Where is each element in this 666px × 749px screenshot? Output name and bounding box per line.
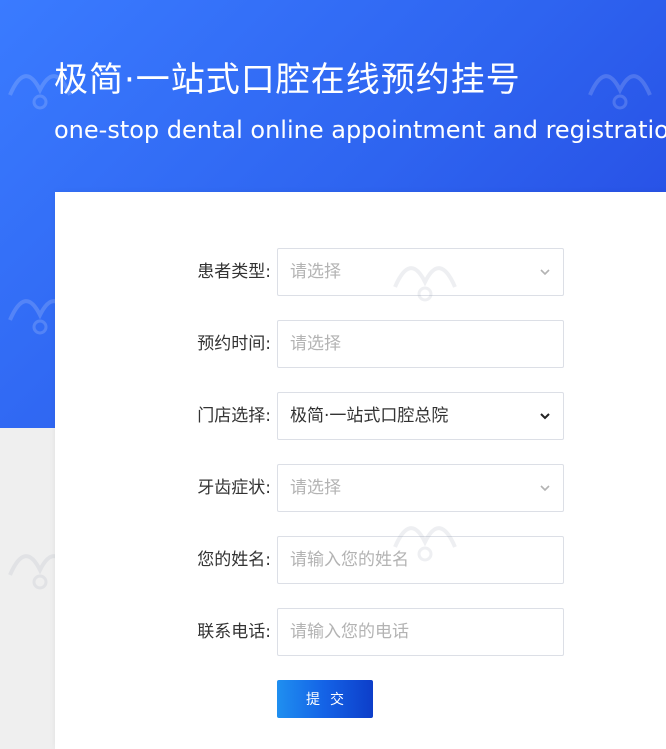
appointment-time-label: 预约时间: — [197, 334, 271, 354]
form-row-symptoms: 牙齿症状: 请选择 — [55, 464, 666, 512]
phone-label: 联系电话: — [197, 622, 271, 642]
chevron-down-icon — [540, 269, 550, 276]
appointment-form: 患者类型: 请选择 预约时间: 请选择 门店选择: 极简·一站式口腔总院 牙齿症… — [55, 192, 666, 749]
name-input[interactable]: 请输入您的姓名 — [277, 536, 564, 584]
submit-button[interactable]: 提交 — [277, 680, 373, 718]
store-select[interactable]: 极简·一站式口腔总院 — [277, 392, 564, 440]
form-row-phone: 联系电话: 请输入您的电话 — [55, 608, 666, 656]
chevron-down-icon — [540, 413, 550, 420]
name-placeholder: 请输入您的姓名 — [290, 550, 409, 570]
store-label: 门店选择: — [197, 406, 271, 426]
page-title: 极简·一站式口腔在线预约挂号 — [54, 60, 521, 100]
symptoms-label: 牙齿症状: — [197, 478, 271, 498]
form-row-appointment-time: 预约时间: 请选择 — [55, 320, 666, 368]
phone-input[interactable]: 请输入您的电话 — [277, 608, 564, 656]
symptoms-select[interactable]: 请选择 — [277, 464, 564, 512]
page-subtitle: one-stop dental online appointment and r… — [54, 116, 666, 144]
phone-placeholder: 请输入您的电话 — [290, 622, 409, 642]
patient-type-label: 患者类型: — [197, 262, 271, 282]
form-row-name: 您的姓名: 请输入您的姓名 — [55, 536, 666, 584]
patient-type-select[interactable]: 请选择 — [277, 248, 564, 296]
patient-type-value: 请选择 — [290, 262, 341, 282]
form-row-store: 门店选择: 极简·一站式口腔总院 — [55, 392, 666, 440]
chevron-down-icon — [540, 485, 550, 492]
name-label: 您的姓名: — [197, 550, 271, 570]
form-row-patient-type: 患者类型: 请选择 — [55, 248, 666, 296]
appointment-time-input[interactable]: 请选择 — [277, 320, 564, 368]
symptoms-value: 请选择 — [290, 478, 341, 498]
store-value: 极简·一站式口腔总院 — [290, 406, 449, 426]
appointment-time-value: 请选择 — [290, 334, 341, 354]
